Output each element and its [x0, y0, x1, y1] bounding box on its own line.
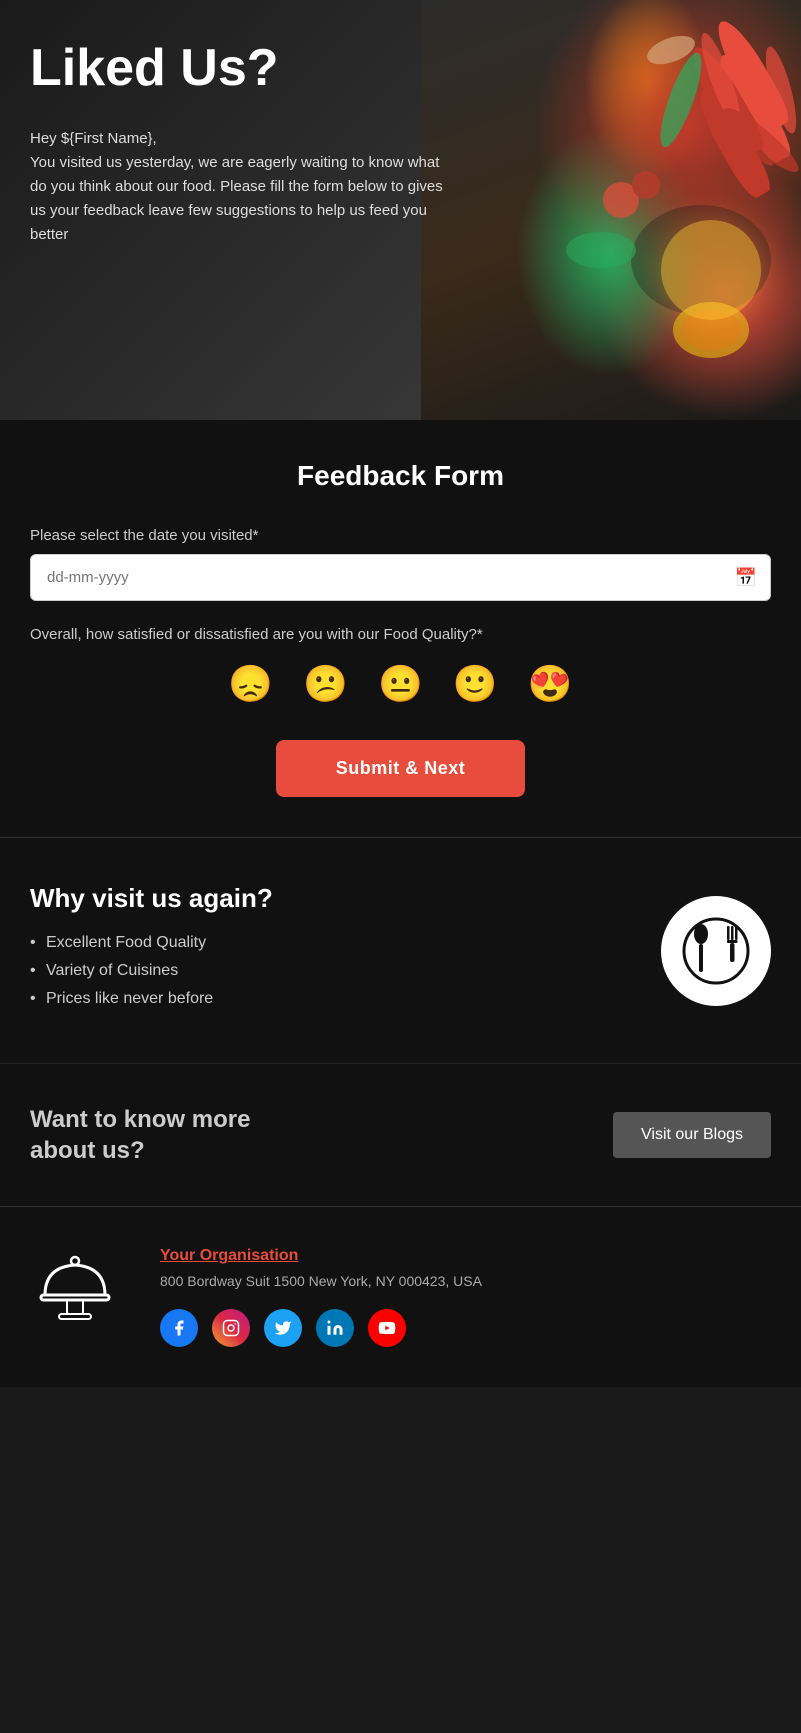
- social-icons-row: [160, 1309, 771, 1347]
- hero-title: Liked Us?: [30, 40, 451, 97]
- greeting-text: Hey ${First Name},: [30, 130, 157, 147]
- satisfaction-label: Overall, how satisfied or dissatisfied a…: [30, 626, 771, 643]
- footer-section: Your Organisation 800 Bordway Suit 1500 …: [0, 1207, 801, 1387]
- blogs-section: Want to know more about us? Visit our Bl…: [0, 1063, 801, 1206]
- org-name: Your Organisation: [160, 1247, 771, 1265]
- submit-next-button[interactable]: Submit & Next: [276, 740, 526, 797]
- emoji-satisfied[interactable]: 🙂: [453, 663, 498, 705]
- feedback-form-section: Feedback Form Please select the date you…: [0, 420, 801, 837]
- reason-1: Excellent Food Quality: [30, 934, 631, 952]
- twitter-icon[interactable]: [264, 1309, 302, 1347]
- form-title: Feedback Form: [30, 460, 771, 492]
- date-input[interactable]: [30, 554, 771, 601]
- linkedin-icon[interactable]: [316, 1309, 354, 1347]
- emoji-very-satisfied[interactable]: 😍: [528, 663, 573, 705]
- emoji-very-dissatisfied[interactable]: 😞: [228, 663, 273, 705]
- emoji-neutral[interactable]: 😐: [378, 663, 423, 705]
- why-title: Why visit us again?: [30, 883, 631, 914]
- visit-blogs-button[interactable]: Visit our Blogs: [613, 1112, 771, 1158]
- reason-2: Variety of Cuisines: [30, 962, 631, 980]
- youtube-icon[interactable]: [368, 1309, 406, 1347]
- emoji-dissatisfied[interactable]: 😕: [303, 663, 348, 705]
- why-content: Why visit us again? Excellent Food Quali…: [30, 883, 631, 1018]
- restaurant-icon-circle: [661, 896, 771, 1006]
- reason-3: Prices like never before: [30, 990, 631, 1008]
- footer-info: Your Organisation 800 Bordway Suit 1500 …: [160, 1247, 771, 1347]
- date-label: Please select the date you visited*: [30, 527, 771, 544]
- instagram-icon[interactable]: [212, 1309, 250, 1347]
- why-visit-section: Why visit us again? Excellent Food Quali…: [0, 838, 801, 1063]
- org-address: 800 Bordway Suit 1500 New York, NY 00042…: [160, 1273, 771, 1289]
- hero-description: You visited us yesterday, we are eagerly…: [30, 154, 443, 243]
- hero-greeting: Hey ${First Name}, You visited us yester…: [30, 127, 451, 247]
- date-input-wrapper: 📅: [30, 554, 771, 601]
- hero-section: Liked Us? Hey ${First Name}, You visited…: [0, 0, 801, 420]
- facebook-icon[interactable]: [160, 1309, 198, 1347]
- blogs-text: Want to know more about us?: [30, 1104, 290, 1166]
- restaurant-svg-icon: [681, 916, 751, 986]
- cloche-icon: [35, 1247, 115, 1327]
- why-reasons-list: Excellent Food Quality Variety of Cuisin…: [30, 934, 631, 1008]
- emoji-rating-row: 😞 😕 😐 🙂 😍: [30, 663, 771, 705]
- hero-content: Liked Us? Hey ${First Name}, You visited…: [0, 0, 481, 287]
- footer-logo: [30, 1247, 120, 1327]
